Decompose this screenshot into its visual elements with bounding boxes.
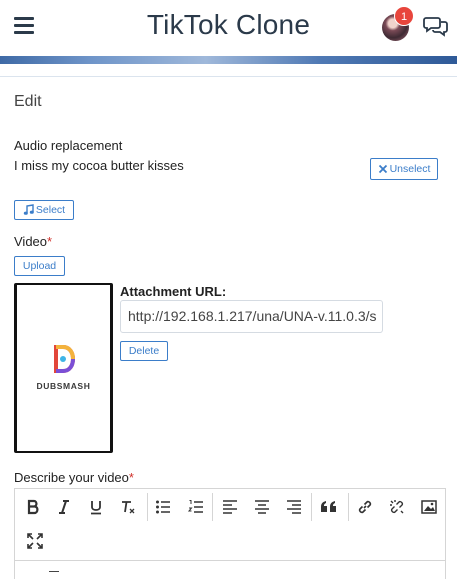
dubsmash-logo-icon [54, 345, 75, 373]
delete-button-label: Delete [128, 345, 160, 357]
align-right-icon[interactable] [283, 496, 305, 518]
required-mark: * [128, 470, 134, 485]
description-label: Describe your video* [14, 470, 134, 485]
video-label-text: Video [14, 234, 48, 249]
required-mark: * [47, 234, 53, 249]
music-icon [23, 204, 34, 215]
page-title: Edit [14, 93, 42, 110]
editor-text-area[interactable] [49, 571, 59, 572]
underline-icon[interactable] [85, 496, 107, 518]
notification-badge: 1 [394, 6, 414, 26]
top-bar: TikTok Clone 1 [0, 0, 457, 56]
fullscreen-icon[interactable] [24, 530, 46, 552]
align-left-icon[interactable] [219, 496, 241, 518]
editor-toolbar [15, 489, 445, 561]
upload-button-label: Upload [22, 260, 57, 272]
delete-button[interactable]: Delete [120, 341, 168, 361]
audio-track-name: I miss my cocoa butter kisses [14, 158, 184, 173]
italic-icon[interactable] [53, 496, 75, 518]
video-thumbnail-frame: DUBSMASH [17, 285, 110, 451]
bold-icon[interactable] [22, 496, 44, 518]
clear-format-icon[interactable] [117, 496, 139, 518]
image-icon[interactable] [418, 496, 440, 518]
link-icon[interactable] [354, 496, 376, 518]
select-audio-button[interactable]: Select [14, 200, 74, 220]
unselect-button[interactable]: Unselect [370, 158, 438, 180]
toolbar-separator [311, 493, 312, 521]
divider [0, 76, 457, 77]
toolbar-separator [147, 493, 148, 521]
numbered-list-icon[interactable] [185, 496, 207, 518]
unlink-icon[interactable] [386, 496, 408, 518]
attachment-url-label: Attachment URL: [120, 284, 227, 299]
bullet-list-icon[interactable] [152, 496, 174, 518]
video-thumbnail[interactable]: DUBSMASH [14, 283, 113, 453]
quote-icon[interactable] [318, 496, 340, 518]
select-audio-button-label: Select [35, 204, 66, 216]
thumbnail-brand-text: DUBSMASH [36, 381, 91, 391]
toolbar-separator [348, 493, 349, 521]
audio-label: Audio replacement [14, 138, 123, 153]
align-center-icon[interactable] [251, 496, 273, 518]
rich-text-editor[interactable] [14, 488, 446, 579]
close-icon [378, 164, 387, 174]
toolbar-separator [212, 493, 213, 521]
header-banner [0, 56, 457, 64]
video-label: Video* [14, 234, 52, 249]
unselect-button-label: Unselect [389, 163, 431, 175]
chat-icon[interactable] [423, 14, 449, 38]
attachment-url-field[interactable]: http://192.168.1.217/una/UNA-v.11.0.3/s [120, 300, 383, 333]
description-label-text: Describe your video [14, 470, 129, 485]
upload-button[interactable]: Upload [14, 256, 65, 276]
